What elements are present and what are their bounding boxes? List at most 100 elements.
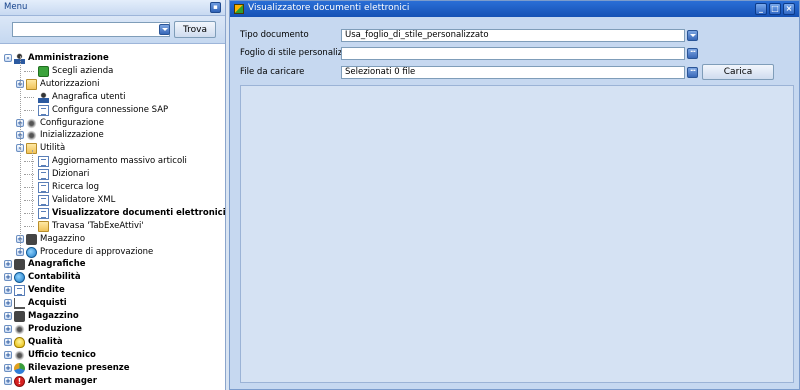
tree-item[interactable]: + Procedure di approvazione <box>0 246 224 259</box>
chevron-down-icon[interactable] <box>687 30 698 41</box>
tree-guide-line <box>20 56 21 250</box>
tree-item-label: Configurazione <box>40 117 105 128</box>
tree-item[interactable]: Dizionari <box>0 168 224 181</box>
file-da-caricare-label: File da caricare <box>240 67 305 77</box>
tree-item-label: Procedure di approvazione <box>40 246 154 257</box>
doc-icon <box>38 194 49 206</box>
tree-item-label: Validatore XML <box>52 194 116 205</box>
trova-button[interactable]: Trova <box>174 21 216 38</box>
tree-item-label: Dizionari <box>52 169 90 180</box>
close-icon[interactable]: × <box>783 3 795 15</box>
menu-search-input[interactable] <box>12 22 170 37</box>
expand-icon[interactable]: + <box>4 312 12 320</box>
warehouse-icon <box>14 311 25 322</box>
maximize-icon[interactable]: □ <box>769 3 781 15</box>
tree-item-label: Ricerca log <box>52 182 100 192</box>
bulb-icon <box>14 336 25 348</box>
tree-item[interactable]: + Rilevazione presenze <box>0 362 224 375</box>
gear-icon <box>26 117 37 129</box>
document-preview-area[interactable] <box>240 85 794 383</box>
tree-connector <box>24 96 34 98</box>
tree-connector <box>24 70 34 72</box>
tree-item-label: Aggiornamento massivo articoli <box>52 156 187 167</box>
expand-icon[interactable]: + <box>4 363 12 372</box>
tree-item-label: Contabilità <box>28 272 81 283</box>
gears-icon <box>14 323 25 335</box>
doc-icon <box>38 156 49 168</box>
expand-icon[interactable]: + <box>4 350 12 359</box>
tree-item-label: Ufficio tecnico <box>28 349 96 360</box>
tipo-documento-label: Tipo documento <box>240 30 309 40</box>
tree-item-label: Travasa 'TabExeAttivi' <box>52 220 144 231</box>
expand-icon[interactable]: + <box>4 286 12 295</box>
menu-header: Menu ▪ <box>0 0 225 16</box>
cart-icon <box>14 298 25 310</box>
expand-icon[interactable]: + <box>4 324 12 333</box>
expand-icon[interactable]: + <box>4 260 12 269</box>
tree-item[interactable]: - Amministrazione <box>0 52 224 65</box>
file-da-caricare-field[interactable]: Selezionati 0 file <box>341 66 685 79</box>
tree-item[interactable]: Visualizzatore documenti elettronici <box>0 207 226 220</box>
tree-item[interactable]: Aggiornamento massivo articoli <box>0 155 224 168</box>
tree-item[interactable]: +! Alert manager <box>0 375 224 388</box>
carica-button[interactable]: Carica <box>702 64 774 80</box>
tree-item[interactable]: + Configurazione <box>0 117 224 130</box>
foglio-stile-field[interactable] <box>341 47 685 60</box>
folder-icon <box>26 78 37 90</box>
tools-icon <box>26 130 37 142</box>
browse-ellipsis-icon[interactable]: ··· <box>687 48 698 59</box>
browse-ellipsis-icon[interactable]: ··· <box>687 67 698 78</box>
user-icon <box>38 91 49 103</box>
tree-item[interactable]: Validatore XML <box>0 194 224 207</box>
clock-icon <box>14 362 25 374</box>
expand-icon[interactable]: + <box>4 376 12 385</box>
tree-guide-line <box>32 150 33 222</box>
window-title-bar: Visualizzatore documenti elettronici _ □… <box>230 1 799 17</box>
tree-connector <box>24 109 34 111</box>
menu-search-bar: Trova <box>0 16 225 44</box>
transfer-icon <box>38 220 49 232</box>
tree-item-label: Autorizzazioni <box>40 78 100 89</box>
collapse-icon[interactable]: - <box>4 54 12 62</box>
tree-item[interactable]: - Utilità <box>0 142 224 155</box>
tree-item[interactable]: + Inizializzazione <box>0 129 224 142</box>
tree-item-label: Rilevazione presenze <box>28 362 130 373</box>
expand-icon[interactable]: + <box>4 273 12 282</box>
tree-item-label: Produzione <box>28 323 82 334</box>
tree-item[interactable]: + Vendite <box>0 284 224 297</box>
doc-icon <box>38 182 49 193</box>
tree-item-label: Acquisti <box>28 298 67 309</box>
tree-item-label: Utilità <box>40 143 66 154</box>
compass-icon <box>14 349 25 361</box>
tree-item[interactable]: + Anagrafiche <box>0 258 224 271</box>
tree-item[interactable]: Travasa 'TabExeAttivi' <box>0 220 224 233</box>
tree-item[interactable]: + Acquisti <box>0 297 224 310</box>
minimize-icon[interactable]: _ <box>755 3 767 15</box>
tree-item[interactable]: + Ufficio tecnico <box>0 349 224 362</box>
doc-icon <box>38 207 49 219</box>
menu-title: Menu <box>4 2 28 12</box>
tipo-documento-select[interactable]: Usa_foglio_di_stile_personalizzato <box>341 29 685 42</box>
menu-panel: Menu ▪ Trova - Amministrazione Scegli azie… <box>0 0 226 390</box>
expand-icon[interactable]: + <box>4 337 12 346</box>
doc-icon <box>38 104 49 116</box>
tree-item[interactable]: + Magazzino <box>0 310 224 323</box>
tree-item[interactable]: + Contabilità <box>0 271 224 284</box>
company-icon <box>38 65 49 77</box>
tree-connector <box>24 225 34 227</box>
tree-item-label: Anagrafica utenti <box>52 91 126 102</box>
chevron-down-icon[interactable] <box>159 24 170 35</box>
tree-item[interactable]: Anagrafica utenti <box>0 91 224 104</box>
pin-icon[interactable]: ▪ <box>210 2 221 13</box>
tree-item[interactable]: Scegli azienda <box>0 65 224 78</box>
tree-item[interactable]: Ricerca log <box>0 181 224 194</box>
expand-icon[interactable]: + <box>4 299 12 308</box>
app-icon <box>234 4 244 14</box>
tree-item[interactable]: + Magazzino <box>0 233 224 246</box>
tree-item[interactable]: Configura connessione SAP <box>0 104 224 117</box>
tree-item[interactable]: + Qualità <box>0 336 224 349</box>
truck-icon <box>14 285 25 297</box>
tree-item[interactable]: + Produzione <box>0 323 224 336</box>
tree-item[interactable]: + Autorizzazioni <box>0 78 224 91</box>
earth-icon <box>26 246 37 258</box>
